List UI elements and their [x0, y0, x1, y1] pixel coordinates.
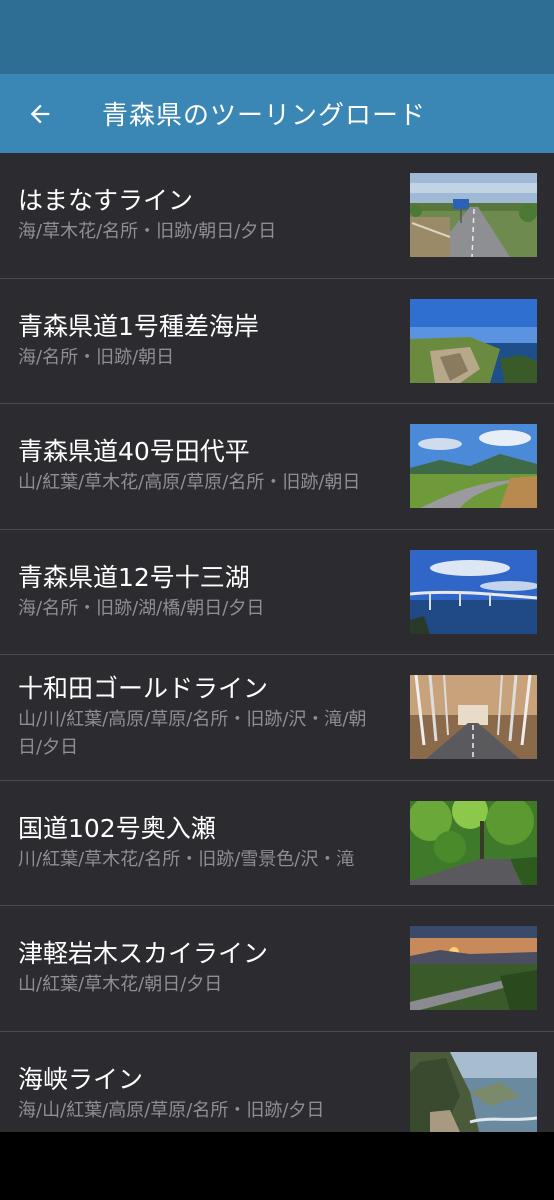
- route-tags: 海/名所・旧跡/湖/橋/朝日/夕日: [18, 597, 265, 619]
- route-title: 津軽岩木スカイライン: [18, 939, 269, 969]
- route-tags: 山/紅葉/草木花/朝日/夕日: [18, 974, 223, 996]
- route-tags: 海/山/紅葉/高原/草原/名所・旧跡/夕日: [18, 1099, 325, 1121]
- tree-tunnel-road-photo: [410, 675, 537, 759]
- route-list[interactable]: はまなすライン 海/草木花/名所・旧跡/朝日/夕日 青森県道1号種差海岸 海/名…: [0, 153, 554, 1132]
- route-tags: 海/名所・旧跡/朝日: [18, 346, 175, 368]
- rocky-coast-photo: [410, 298, 537, 383]
- back-button[interactable]: [0, 74, 80, 153]
- page-title: 青森県のツーリングロード: [102, 101, 427, 131]
- route-title: 十和田ゴールドライン: [18, 674, 269, 704]
- highland-road-photo: [410, 424, 537, 508]
- straight-road-with-sign-photo: [410, 173, 537, 257]
- sunset-mountain-road-photo: [410, 926, 537, 1010]
- route-title: 青森県道12号十三湖: [18, 562, 250, 592]
- route-list-item[interactable]: 青森県道12号十三湖 海/名所・旧跡/湖/橋/朝日/夕日: [0, 530, 554, 655]
- app-bar: 青森県のツーリングロード: [0, 74, 554, 153]
- route-list-item[interactable]: 十和田ゴールドライン 山/川/紅葉/高原/草原/名所・旧跡/沢・滝/朝日/夕日: [0, 655, 554, 781]
- route-tags: 川/紅葉/草木花/名所・旧跡/雪景色/沢・滝: [18, 848, 355, 870]
- route-title: 青森県道1号種差海岸: [18, 311, 259, 341]
- arrow-back-icon: [30, 104, 50, 123]
- navigation-bar: [0, 1132, 554, 1200]
- cliff-coast-photo: [410, 1051, 537, 1132]
- forest-road-photo: [410, 800, 537, 885]
- route-title: 海峡ライン: [18, 1064, 144, 1094]
- route-tags: 山/紅葉/草木花/高原/草原/名所・旧跡/朝日: [18, 472, 361, 494]
- route-list-item[interactable]: 国道102号奥入瀬 川/紅葉/草木花/名所・旧跡/雪景色/沢・滝: [0, 781, 554, 906]
- route-tags: 山/川/紅葉/高原/草原/名所・旧跡/沢・滝/朝日/夕日: [18, 709, 367, 759]
- route-title: はまなすライン: [18, 186, 194, 216]
- route-list-item[interactable]: 青森県道40号田代平 山/紅葉/草木花/高原/草原/名所・旧跡/朝日: [0, 404, 554, 530]
- lake-bridge-photo: [410, 549, 537, 634]
- route-list-item[interactable]: 海峡ライン 海/山/紅葉/高原/草原/名所・旧跡/夕日: [0, 1032, 554, 1132]
- route-title: 国道102号奥入瀬: [18, 813, 216, 843]
- route-list-item[interactable]: 津軽岩木スカイライン 山/紅葉/草木花/朝日/夕日: [0, 906, 554, 1032]
- status-bar: [0, 0, 554, 74]
- route-title: 青森県道40号田代平: [18, 437, 250, 467]
- route-list-item[interactable]: はまなすライン 海/草木花/名所・旧跡/朝日/夕日: [0, 153, 554, 279]
- route-tags: 海/草木花/名所・旧跡/朝日/夕日: [18, 221, 277, 243]
- route-list-item[interactable]: 青森県道1号種差海岸 海/名所・旧跡/朝日: [0, 279, 554, 404]
